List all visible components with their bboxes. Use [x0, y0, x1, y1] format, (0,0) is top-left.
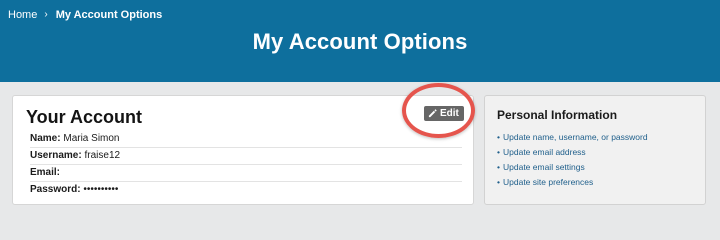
password-value: •••••••••• [83, 184, 119, 195]
personal-information-links: • Update name, username, or password • Upd… [497, 130, 648, 190]
personal-information-panel: Personal Information • Update name, usern… [484, 95, 706, 205]
update-email-address-link[interactable]: Update email address [503, 147, 586, 157]
personal-information-heading: Personal Information [497, 108, 618, 122]
page-header: Home › My Account Options My Account Optio… [0, 0, 720, 82]
breadcrumb-current: My Account Options [55, 9, 163, 21]
list-item: • Update email settings [497, 160, 648, 175]
update-email-settings-link[interactable]: Update email settings [503, 162, 585, 172]
list-item: • Update email address [497, 145, 648, 160]
password-label: Password: [30, 184, 81, 195]
edit-highlight-ring [402, 83, 475, 138]
breadcrumb: Home › My Account Options [8, 9, 162, 21]
page-title: My Account Options [252, 29, 468, 54]
update-site-preferences-link[interactable]: Update site preferences [503, 177, 593, 187]
email-label: Email: [30, 167, 61, 178]
name-value: Maria Simon [63, 133, 120, 144]
username-value: fraise12 [84, 150, 121, 161]
list-item: • Update name, username, or password [497, 130, 648, 145]
chevron-right-icon: › [44, 9, 48, 20]
update-name-link[interactable]: Update name, username, or password [503, 132, 648, 142]
account-field-email: Email: [30, 164, 462, 182]
your-account-heading: Your Account [26, 107, 142, 127]
account-field-password: Password: •••••••••• [30, 181, 462, 198]
list-item: • Update site preferences [497, 175, 648, 190]
breadcrumb-home-link[interactable]: Home [8, 9, 37, 21]
account-field-username: Username: fraise12 [30, 147, 462, 165]
username-label: Username: [30, 150, 82, 161]
name-label: Name: [30, 133, 61, 144]
account-field-name: Name: Maria Simon [30, 130, 462, 148]
